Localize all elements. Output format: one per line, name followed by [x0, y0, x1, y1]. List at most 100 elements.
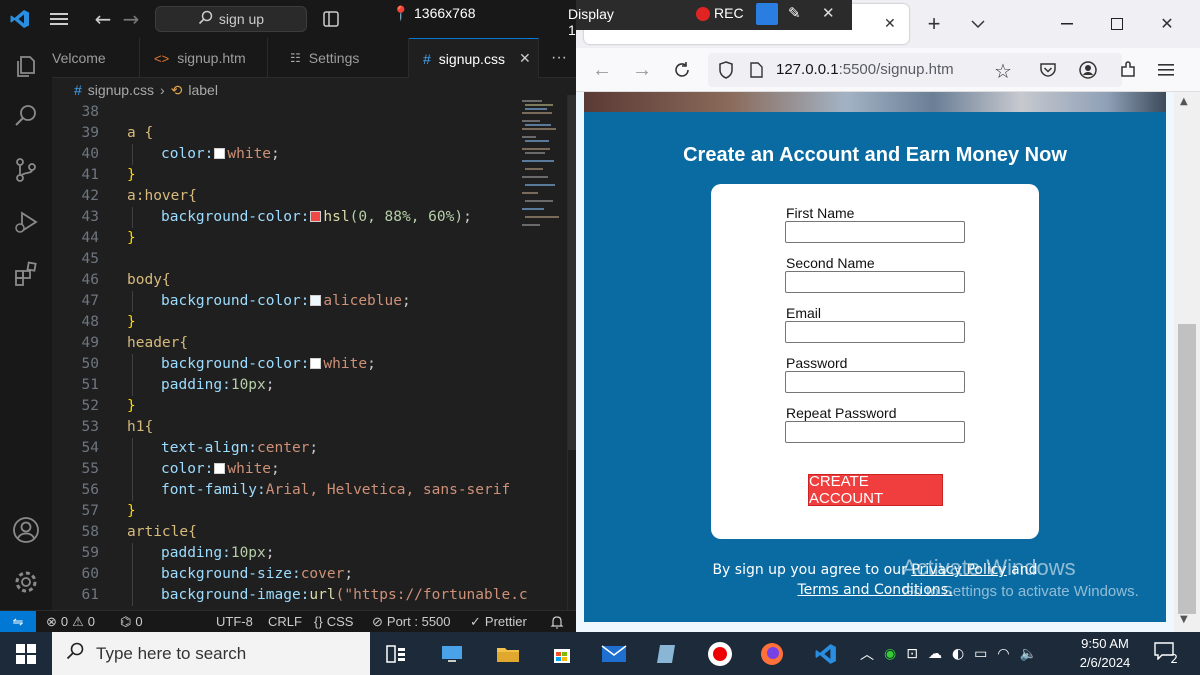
breadcrumb-symbol[interactable]: label	[188, 82, 218, 98]
color-swatch[interactable]	[214, 148, 226, 159]
extensions-icon[interactable]	[0, 250, 52, 298]
language-status[interactable]: {} CSS	[314, 611, 353, 632]
close-window-icon[interactable]: ✕	[1152, 8, 1182, 40]
code-selector: header{	[127, 335, 189, 351]
close-recorder-icon[interactable]: ✕	[822, 4, 835, 22]
activate-windows-watermark: Activate Windows Go to Settings to activ…	[902, 555, 1139, 600]
windows-start-icon[interactable]	[0, 632, 52, 675]
antivirus-icon[interactable]: ◐	[952, 646, 964, 662]
close-tab-icon[interactable]: ✕	[884, 16, 896, 32]
task-view-icon[interactable]	[372, 632, 420, 675]
mail-icon[interactable]	[590, 632, 638, 675]
bookmark-star-icon[interactable]: ☆	[994, 59, 1012, 83]
ports-indicator[interactable]: ⌬ 0	[120, 611, 143, 632]
meet-now-icon[interactable]: ⊡	[906, 646, 918, 662]
warnings-count: 0	[87, 614, 96, 629]
account-icon[interactable]	[1076, 58, 1100, 82]
code-brace: }	[127, 398, 136, 414]
color-swatch[interactable]	[214, 463, 226, 474]
live-server-status[interactable]: ⊘ Port : 5500	[372, 611, 451, 632]
source-control-icon[interactable]	[0, 146, 52, 194]
close-icon[interactable]: ✕	[519, 50, 531, 67]
tab-welcome[interactable]: Velcome	[52, 38, 140, 78]
create-account-button[interactable]: CREATE ACCOUNT	[808, 473, 943, 507]
password-label: Password	[786, 355, 848, 371]
email-input[interactable]	[785, 321, 965, 343]
scrollbar-thumb[interactable]	[568, 95, 576, 450]
pin-icon[interactable]: 📍	[392, 6, 409, 22]
notification-center-icon[interactable]: 2	[1154, 642, 1178, 666]
wifi-icon[interactable]: ◠	[997, 646, 1009, 662]
account-icon[interactable]	[0, 506, 52, 554]
remote-desktop-icon[interactable]	[428, 632, 476, 675]
new-tab-plus-icon[interactable]: +	[920, 8, 948, 40]
back-icon[interactable]: ←	[588, 56, 616, 84]
pocket-icon[interactable]	[1036, 58, 1060, 82]
file-explorer-icon[interactable]	[484, 632, 532, 675]
repeat-password-input[interactable]	[785, 421, 965, 443]
code-brace: }	[127, 314, 136, 330]
taskbar-search-box[interactable]: Type here to search	[52, 632, 370, 675]
sticky-notes-icon[interactable]	[642, 632, 690, 675]
eol-status[interactable]: CRLF	[268, 611, 302, 632]
bell-icon[interactable]	[550, 611, 564, 632]
scroll-down-icon[interactable]: ▼	[1180, 614, 1188, 625]
problems-indicator[interactable]: ⊗ 0 ⚠ 0	[46, 611, 95, 632]
scroll-up-icon[interactable]: ▲	[1180, 96, 1188, 107]
minimize-icon[interactable]	[1052, 8, 1082, 40]
reload-icon[interactable]	[668, 56, 696, 84]
battery-icon[interactable]: ▭	[974, 646, 987, 662]
tab-label: Settings	[308, 50, 360, 66]
camera-icon[interactable]	[756, 3, 778, 25]
chevron-up-icon[interactable]: ︿	[860, 644, 874, 664]
shield-icon[interactable]	[718, 61, 734, 83]
page-viewport: Create an Account and Earn Money Now Fir…	[576, 92, 1174, 632]
code-property: background-image:	[161, 587, 310, 603]
password-input[interactable]	[785, 371, 965, 393]
recorder-app-icon[interactable]	[696, 632, 744, 675]
scrollbar-thumb[interactable]	[1178, 324, 1196, 614]
onedrive-icon[interactable]: ☁	[928, 646, 942, 662]
tab-signup-css[interactable]: # signup.css ✕	[409, 38, 539, 78]
color-swatch[interactable]	[310, 358, 322, 369]
page-scrollbar[interactable]: ▲ ▼	[1174, 92, 1200, 632]
page-icon[interactable]	[750, 62, 763, 82]
manage-gear-icon[interactable]	[0, 558, 52, 606]
tab-settings[interactable]: ☷ Settings	[268, 38, 409, 78]
volume-icon[interactable]: 🔈	[1020, 646, 1037, 662]
tab-signup-htm[interactable]: <> signup.htm	[140, 38, 268, 78]
chevron-right-icon: ›	[159, 82, 165, 98]
firefox-icon[interactable]	[748, 632, 796, 675]
search-icon[interactable]	[0, 92, 52, 140]
status-circle-icon[interactable]: ◉	[884, 646, 896, 662]
maximize-icon[interactable]	[1102, 8, 1132, 40]
run-debug-icon[interactable]	[0, 198, 52, 246]
extensions-icon[interactable]	[1116, 58, 1140, 82]
code-editor[interactable]: 38 39 a { 40 color: white; 41} 42 a:hover{ 4…	[52, 102, 528, 610]
pen-icon[interactable]: ✎	[788, 4, 801, 22]
microsoft-store-icon[interactable]	[538, 632, 586, 675]
explorer-icon[interactable]	[0, 42, 52, 90]
color-swatch[interactable]	[310, 211, 322, 222]
tab-list-chevron-icon[interactable]	[966, 8, 990, 40]
second-name-input[interactable]	[785, 271, 965, 293]
ports-count: 0	[135, 614, 143, 629]
code-value: (0, 88%, 60%)	[349, 209, 464, 225]
rec-label[interactable]: REC	[714, 5, 744, 21]
code-property: padding:	[161, 545, 231, 561]
remote-indicator[interactable]: ⇋	[0, 611, 36, 632]
color-swatch[interactable]	[310, 295, 322, 306]
minimap[interactable]	[517, 95, 567, 610]
forward-icon[interactable]: →	[628, 56, 656, 84]
taskbar-clock[interactable]: 9:50 AM 2/6/2024	[1070, 634, 1140, 674]
url-text: 127.0.0.1:5500/signup.htm	[776, 61, 954, 78]
editor-scrollbar[interactable]	[567, 95, 576, 610]
prettier-status[interactable]: ✓ Prettier	[470, 611, 527, 632]
first-name-input[interactable]	[785, 221, 965, 243]
encoding-status[interactable]: UTF-8	[216, 611, 253, 632]
breadcrumb-file[interactable]: signup.css	[88, 82, 154, 98]
more-actions-icon[interactable]: ···	[542, 38, 576, 78]
vscode-taskbar-icon[interactable]	[802, 632, 850, 675]
line-number: 56	[81, 482, 99, 498]
hamburger-menu-icon[interactable]	[1154, 58, 1178, 82]
